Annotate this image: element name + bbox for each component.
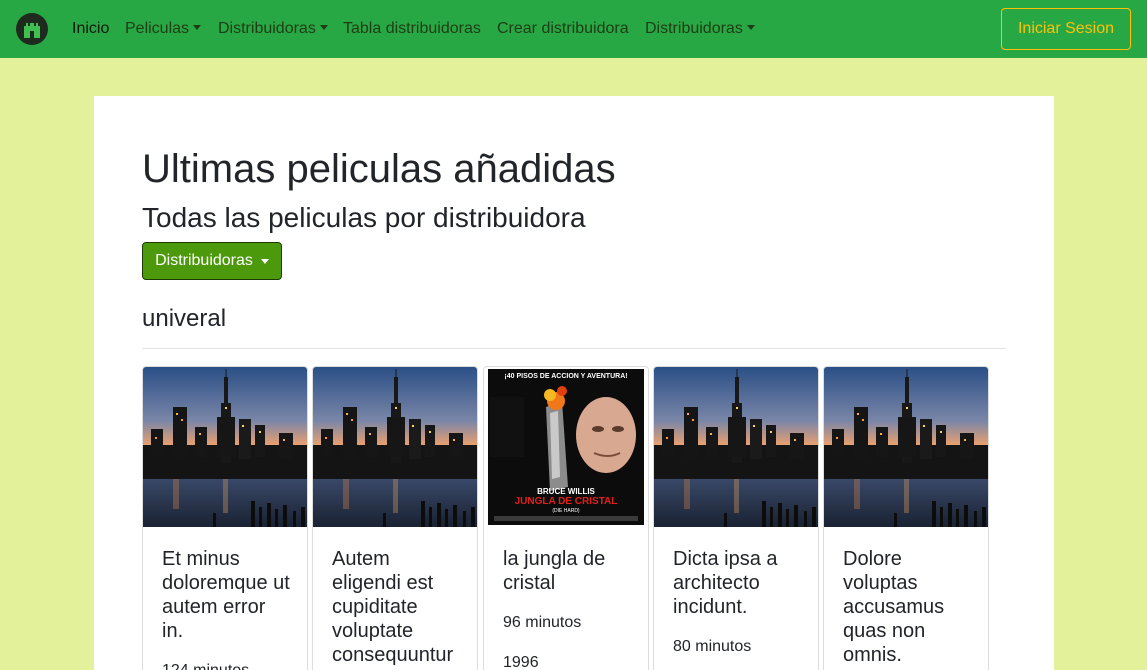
movie-title: Dolore voluptas accusamus quas non omnis… [843, 548, 945, 666]
movie-card[interactable]: Et minus doloremque ut autem error in. 1… [142, 366, 308, 670]
movie-card[interactable]: Dicta ipsa a architecto incidunt. 80 min… [653, 366, 819, 670]
poster-actor: BRUCE WILLIS [537, 487, 595, 496]
login-button[interactable]: Iniciar Sesion [1001, 8, 1131, 50]
nav-distribuidoras-dropdown[interactable]: Distribuidoras [218, 19, 328, 39]
city-skyline-image [313, 367, 477, 527]
movie-card[interactable]: ¡40 PISOS DE ACCION Y AVENTURA! BRUCE WI… [483, 366, 649, 670]
page-title: Ultimas peliculas añadidas [142, 147, 616, 191]
section-divider [142, 348, 1006, 349]
caret-down-icon [193, 25, 202, 30]
movie-title: la jungla de cristal [503, 548, 606, 594]
city-skyline-image [143, 367, 307, 527]
movie-duration: 96 minutos [503, 614, 582, 631]
nav-crear-distribuidora[interactable]: Crear distribuidora [497, 19, 629, 39]
movie-title: Et minus doloremque ut autem error in. [162, 548, 290, 642]
main-container: Ultimas peliculas añadidas Todas las pel… [94, 96, 1054, 670]
movie-card[interactable]: Autem eligendi est cupiditate voluptate … [312, 366, 478, 670]
nav-tabla-distribuidoras[interactable]: Tabla distribuidoras [343, 19, 481, 39]
caret-down-icon [319, 25, 328, 30]
caret-down-icon [260, 258, 269, 264]
page-subtitle: Todas las peliculas por distribuidora [142, 202, 586, 233]
city-skyline-image [824, 367, 988, 527]
nav-inicio[interactable]: Inicio [72, 19, 109, 39]
castle-logo-icon[interactable] [16, 13, 48, 45]
poster-film-title: JUNGLA DE CRISTAL [515, 496, 618, 507]
movie-title: Dicta ipsa a architecto incidunt. [673, 548, 778, 618]
nav-distribuidoras-dropdown-2[interactable]: Distribuidoras [645, 19, 755, 39]
movie-card[interactable]: Dolore voluptas accusamus quas non omnis… [823, 366, 989, 670]
poster-tagline: ¡40 PISOS DE ACCION Y AVENTURA! [504, 373, 627, 380]
nav-peliculas-dropdown[interactable]: Peliculas [125, 19, 202, 39]
caret-down-icon [746, 25, 755, 30]
movie-duration: 124 minutos [162, 661, 249, 670]
navbar: Inicio Peliculas Distribuidoras Tabla di… [0, 0, 1147, 58]
movie-year: 1996 [503, 654, 539, 670]
movie-duration: 80 minutos [673, 638, 752, 655]
movie-poster-image: ¡40 PISOS DE ACCION Y AVENTURA! BRUCE WI… [484, 367, 648, 527]
distributor-section-title: univeral [142, 305, 227, 332]
city-skyline-image [654, 367, 818, 527]
distribuidoras-dropdown-button[interactable]: Distribuidoras [142, 242, 282, 280]
poster-original-title: (DIE HARD) [552, 508, 580, 514]
movie-title: Autem eligendi est cupiditate voluptate … [332, 548, 454, 666]
